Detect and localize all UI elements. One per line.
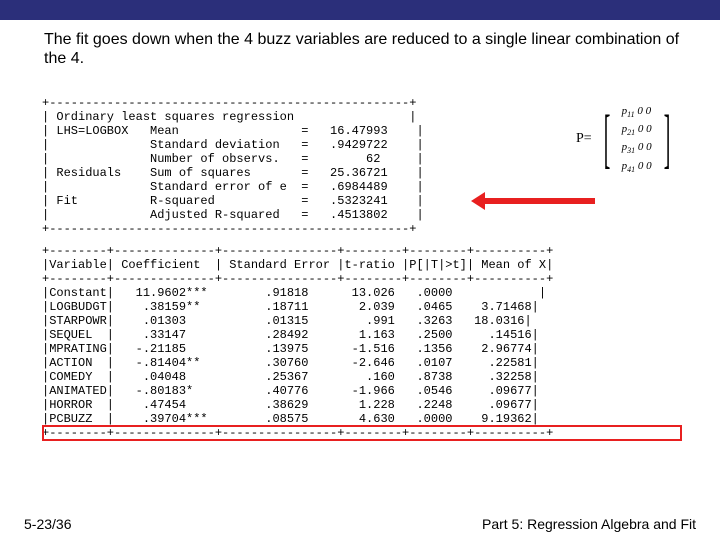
p-matrix: P= [ p11 0 0 p21 0 0 p31 0 0 p41 0 0 ] [576,105,678,174]
matrix-label: P= [576,131,592,147]
header-accent-bar [0,0,720,20]
coefficient-table: +--------+--------------+---------------… [42,244,702,440]
footer: 5-23/36 Part 5: Regression Algebra and F… [0,516,720,532]
bracket-right-icon: ] [663,106,670,172]
footer-page-number: 5-23/36 [24,516,71,532]
regression-summary-table: +---------------------------------------… [42,96,462,236]
bracket-left-icon: [ [603,106,610,172]
slide: The fit goes down when the 4 buzz variab… [0,0,720,540]
slide-description: The fit goes down when the 4 buzz variab… [44,30,684,68]
matrix-column-values: p11 0 0 p21 0 0 p31 0 0 p41 0 0 [622,105,652,174]
footer-section-title: Part 5: Regression Algebra and Fit [482,516,696,532]
red-arrow-icon [485,198,595,204]
